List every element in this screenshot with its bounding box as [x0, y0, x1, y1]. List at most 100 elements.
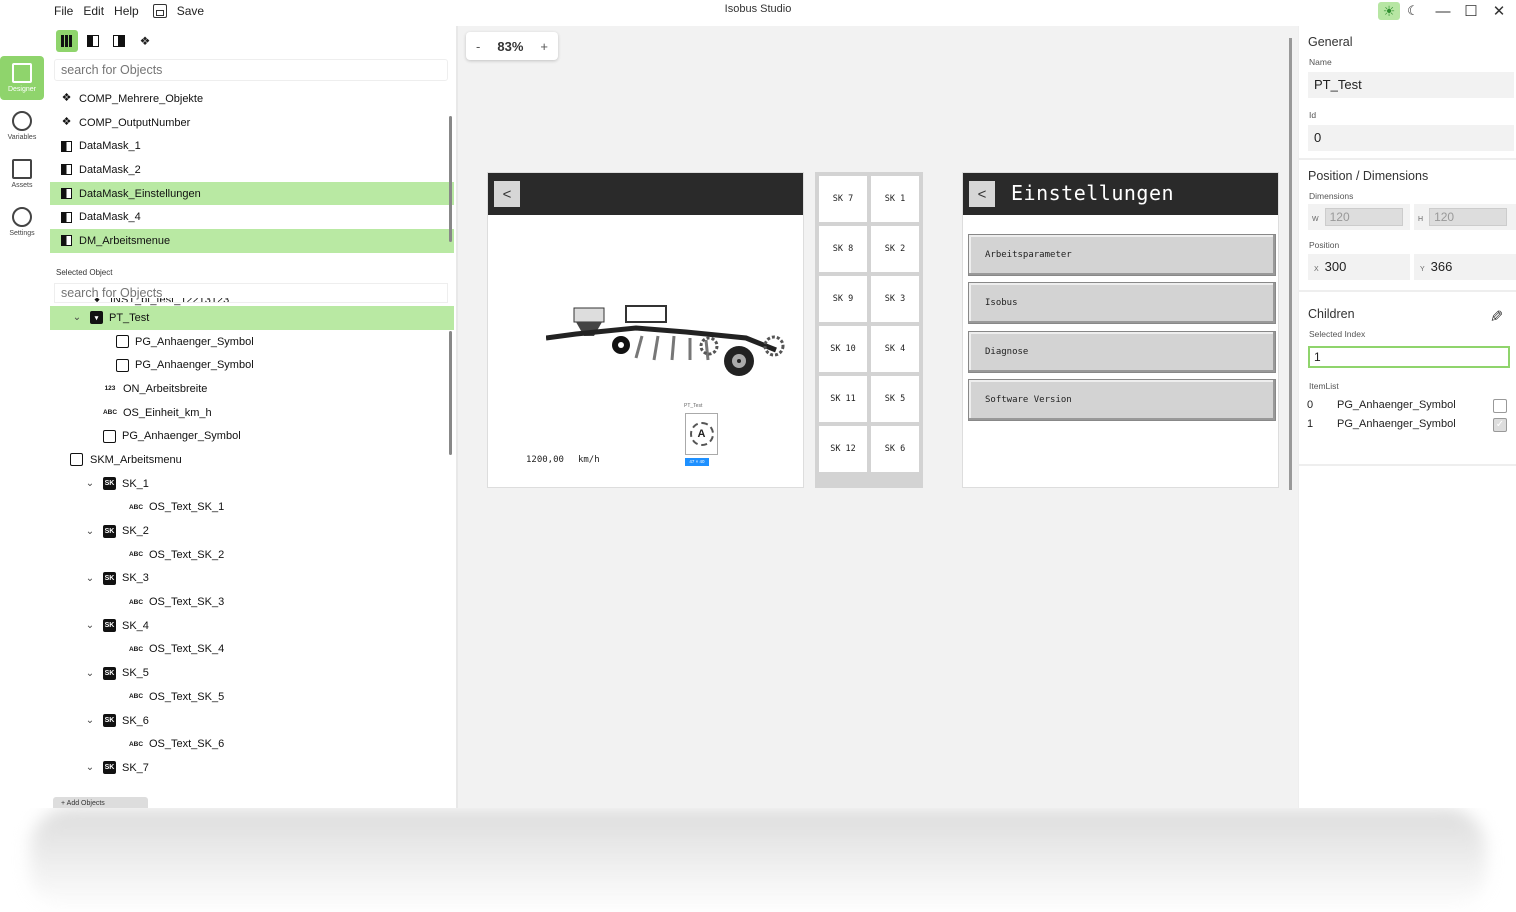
object-list-item[interactable]: DataMask_Einstellungen: [50, 181, 454, 206]
tree-item-label: PG_Anhaenger_Symbol: [122, 430, 241, 443]
tree-item[interactable]: ABC OS_Text_SK_4: [50, 638, 454, 662]
chevron-down-icon[interactable]: ⌄: [83, 526, 97, 537]
name-field[interactable]: PT_Test: [1308, 72, 1514, 98]
back-arrow-icon[interactable]: <: [969, 181, 995, 207]
itemlist-row[interactable]: 0 PG_Anhaenger_Symbol: [1307, 399, 1511, 413]
tree-item[interactable]: ⌄ ▾ PT_Test: [50, 306, 454, 330]
softkey-cell[interactable]: SK 3: [871, 276, 919, 322]
tree-item[interactable]: ⌄ SK SK_6: [50, 709, 454, 733]
item-checkbox-checked[interactable]: ✓: [1493, 418, 1507, 432]
tree-item[interactable]: PG_Anhaenger_Symbol: [50, 330, 454, 354]
nav-rail: Designer Variables Assets Settings: [0, 56, 44, 248]
back-arrow-icon[interactable]: <: [494, 181, 520, 207]
chevron-down-icon[interactable]: ⌄: [83, 668, 97, 679]
chevron-down-icon[interactable]: ⌄: [83, 762, 97, 773]
window-shadow: [30, 808, 1486, 912]
selected-object-header: Selected Object: [56, 268, 113, 277]
zoom-control: - 83% +: [466, 32, 558, 60]
item-checkbox[interactable]: [1493, 399, 1507, 413]
tree-item[interactable]: PG_Anhaenger_Symbol: [50, 424, 454, 448]
tree-scrollbar[interactable]: [449, 331, 452, 455]
menu-button-arbeitsparameter[interactable]: Arbeitsparameter: [968, 234, 1276, 276]
softkey-cell[interactable]: SK 12: [819, 426, 867, 472]
softkey-cell[interactable]: SK 9: [819, 276, 867, 322]
softkey-cell[interactable]: SK 1: [871, 176, 919, 222]
zoom-in-button[interactable]: +: [540, 39, 548, 54]
tree-item[interactable]: ⌄ SK SK_2: [50, 519, 454, 543]
trailer-machine-image[interactable]: [546, 288, 786, 388]
tree-item[interactable]: ⌄ SK SK_3: [50, 567, 454, 591]
component-filter-icon[interactable]: ❖: [134, 30, 156, 52]
chevron-down-icon[interactable]: ⌄: [83, 620, 97, 631]
height-field[interactable]: H 120: [1414, 204, 1516, 230]
tree-item[interactable]: ⌄ SK SK_5: [50, 661, 454, 685]
object-list-scrollbar[interactable]: [449, 116, 452, 242]
softkey-mask-preview[interactable]: SK 7 SK 1 SK 8 SK 2 SK 9 SK 3 SK 10 SK 4 SK 11 SK…: [815, 172, 923, 488]
grid-view-icon[interactable]: [56, 30, 78, 52]
chevron-down-icon[interactable]: ⌄: [83, 478, 97, 489]
x-field[interactable]: X 300: [1308, 254, 1410, 280]
moon-icon[interactable]: ☾: [1402, 2, 1424, 20]
object-list-item[interactable]: DataMask_2: [50, 158, 454, 182]
tree-item[interactable]: PG_Anhaenger_Symbol: [50, 353, 454, 377]
softkey-cell[interactable]: SK 4: [871, 326, 919, 372]
tree-item[interactable]: ⌄ SK SK_4: [50, 614, 454, 638]
add-objects-button[interactable]: + Add Objects: [53, 797, 148, 808]
object-list-item[interactable]: DataMask_1: [50, 134, 454, 158]
tree-item[interactable]: ⌄ SK SK_1: [50, 472, 454, 496]
softkey-cell[interactable]: SK 8: [819, 226, 867, 272]
design-canvas[interactable]: - 83% + < 1200,00 km/h PT_Test A 47 × 40…: [458, 26, 1298, 808]
datamask-preview-main[interactable]: < 1200,00 km/h PT_Test A 47 × 40: [487, 172, 804, 488]
itemlist-row[interactable]: 1 PG_Anhaenger_Symbol ✓: [1307, 418, 1511, 432]
tree-item[interactable]: 123 ON_Arbeitsbreite: [50, 377, 454, 401]
softkey-cell[interactable]: SK 2: [871, 226, 919, 272]
object-list-item[interactable]: DM_Arbeitsmenue: [50, 229, 454, 253]
datamask-preview-einstellungen[interactable]: < Einstellungen Arbeitsparameter Isobus …: [962, 172, 1279, 488]
object-list-item[interactable]: ❖ COMP_OutputNumber: [50, 111, 454, 135]
menu-button-diagnose[interactable]: Diagnose: [968, 331, 1276, 373]
minimize-icon[interactable]: —: [1434, 3, 1452, 20]
datamask-filter-icon[interactable]: [82, 30, 104, 52]
softkey-cell[interactable]: SK 11: [819, 376, 867, 422]
object-search-input[interactable]: [54, 59, 448, 81]
zoom-out-button[interactable]: -: [476, 39, 480, 54]
rail-designer[interactable]: Designer: [0, 56, 44, 100]
object-list-item[interactable]: ❖ COMP_Mehrere_Objekte: [50, 87, 454, 111]
tree-item[interactable]: ABC OS_Text_SK_6: [50, 732, 454, 756]
softkey-cell[interactable]: SK 10: [819, 326, 867, 372]
menu-button-isobus[interactable]: Isobus: [968, 282, 1276, 324]
mask-title: Einstellungen: [1011, 181, 1175, 205]
add-objects-label: Add Objects: [66, 800, 105, 807]
tree-item[interactable]: ABC OS_Text_SK_1: [50, 496, 454, 520]
tree-item[interactable]: ABC OS_Text_SK_2: [50, 543, 454, 567]
softkey-cell[interactable]: SK 5: [871, 376, 919, 422]
pt-test-widget[interactable]: A: [685, 413, 718, 455]
rail-assets[interactable]: Assets: [0, 152, 44, 196]
menu-button-software-version[interactable]: Software Version: [968, 379, 1276, 421]
height-value: 120: [1429, 208, 1508, 226]
tree-item[interactable]: ABC OS_Text_SK_3: [50, 590, 454, 614]
tree-item[interactable]: ABC OS_Einheit_km_h: [50, 401, 454, 425]
rail-variables[interactable]: Variables: [0, 104, 44, 148]
tree-search-input[interactable]: [54, 283, 448, 303]
tree-item[interactable]: ABC OS_Text_SK_5: [50, 685, 454, 709]
chevron-down-icon[interactable]: ⌄: [83, 715, 97, 726]
softkeymask-filter-icon[interactable]: [108, 30, 130, 52]
object-list-item[interactable]: DataMask_4: [50, 205, 454, 229]
y-field[interactable]: Y 366: [1414, 254, 1516, 280]
tree-item[interactable]: ⌄ SK SK_7: [50, 756, 454, 780]
close-icon[interactable]: ✕: [1490, 2, 1508, 20]
maximize-icon[interactable]: ☐: [1462, 2, 1480, 20]
canvas-scrollbar[interactable]: [1289, 38, 1292, 490]
tree-item[interactable]: ⌄SKM_Arbeitsmenu: [50, 448, 454, 472]
sun-icon[interactable]: ☀: [1378, 2, 1400, 20]
id-field[interactable]: 0: [1308, 125, 1514, 151]
softkey-cell[interactable]: SK 6: [871, 426, 919, 472]
rail-settings[interactable]: Settings: [0, 200, 44, 244]
chevron-down-icon[interactable]: ⌄: [70, 312, 84, 323]
edit-pencil-icon[interactable]: ✎: [1485, 309, 1505, 322]
width-field[interactable]: W 120: [1308, 204, 1410, 230]
selected-index-input[interactable]: 1: [1308, 346, 1510, 368]
softkey-cell[interactable]: SK 7: [819, 176, 867, 222]
chevron-down-icon[interactable]: ⌄: [83, 573, 97, 584]
